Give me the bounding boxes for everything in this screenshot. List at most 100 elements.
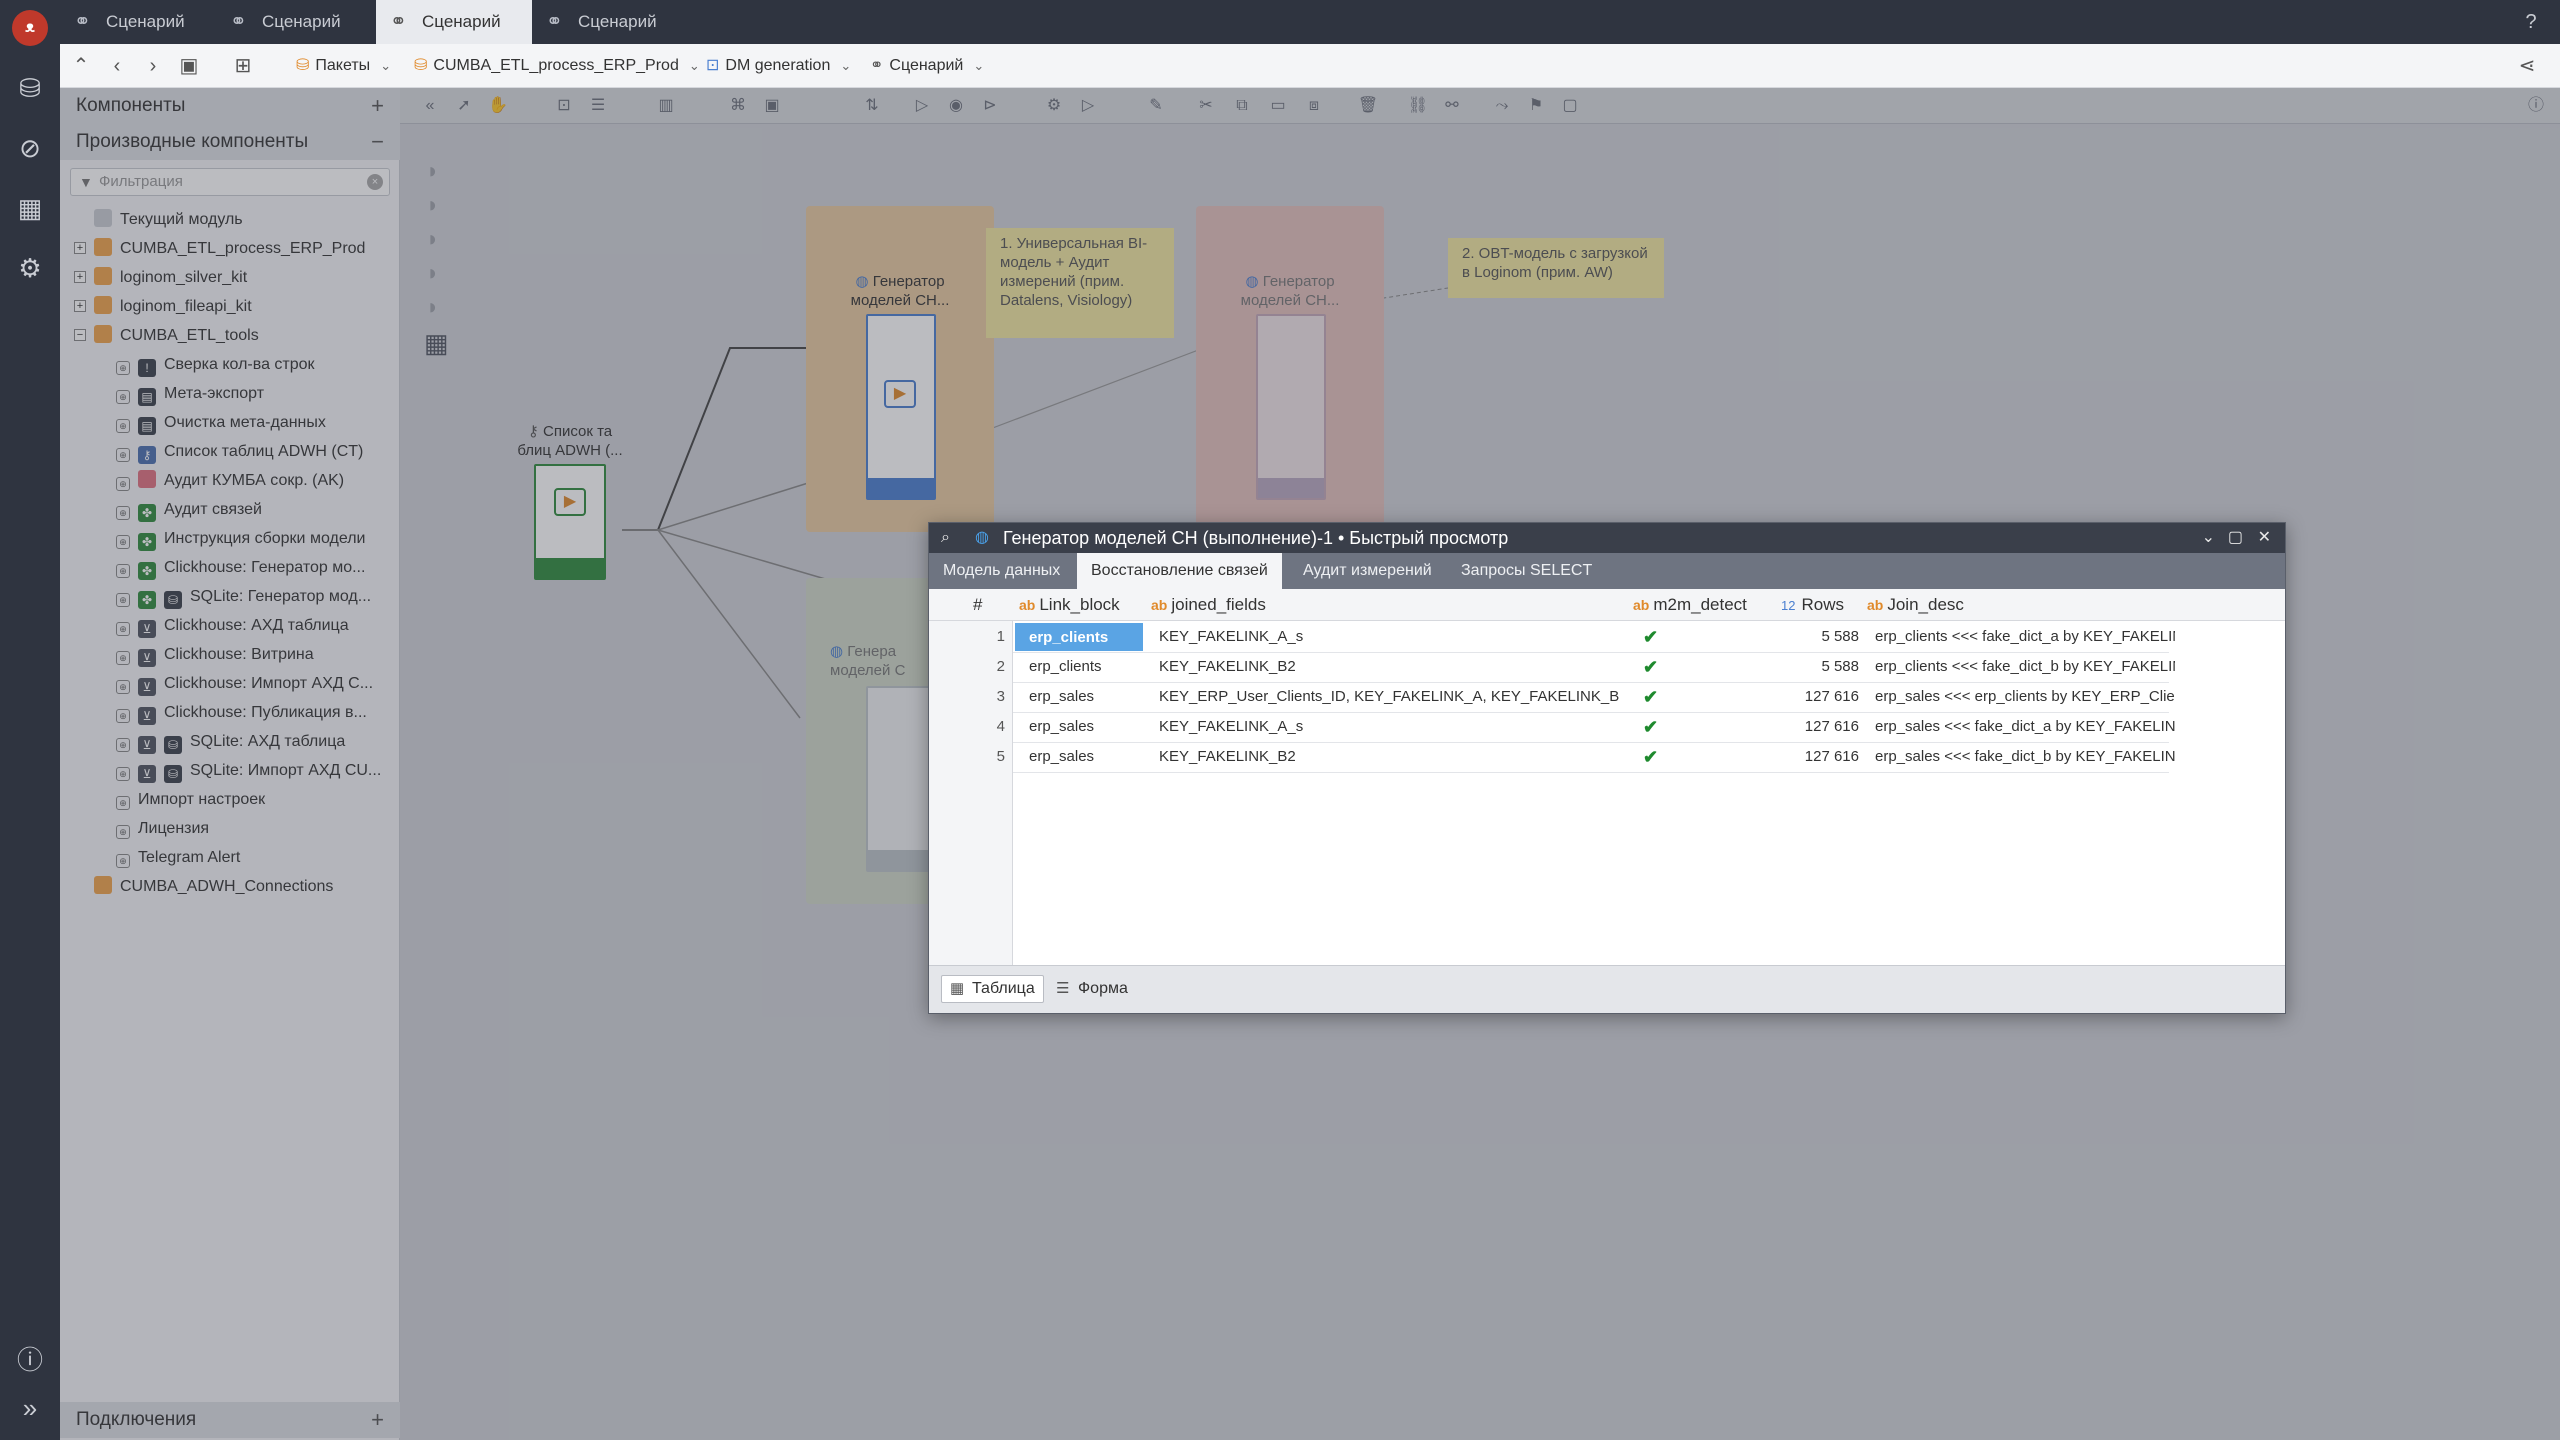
tab-scenario-1[interactable]: ⚭ Сценарий (60, 0, 216, 44)
column-title: joined_fields (1171, 595, 1266, 614)
results-grid[interactable]: # ab Link_block ab joined_fields ab m2m_det… (929, 589, 2285, 965)
chevron-down-icon[interactable]: ⌄ (973, 58, 984, 73)
form-view-button[interactable]: ☰ Форма (1047, 975, 1137, 1003)
table-icon: ▦ (950, 980, 965, 997)
info-icon[interactable]: ⓘ (14, 1344, 46, 1376)
grid-table-icon[interactable]: ▦ (14, 192, 46, 224)
module-icon: ⊡ (706, 57, 720, 74)
app-rail: ᴥ ⛁ ⊘ ▦ ⚙ ⓘ » (0, 0, 60, 1440)
expand-rail-icon[interactable]: » (14, 1392, 46, 1424)
column-title: Rows (1801, 595, 1844, 614)
row-divider (1013, 772, 2169, 773)
modal-titlebar[interactable]: ⌕ ◍ Генератор моделей CH (выполнение)-1 … (929, 523, 2285, 553)
up-button[interactable]: ⌃ (66, 51, 96, 81)
scenario-icon: ⚭ (390, 11, 407, 33)
number-type-icon: 12 (1781, 598, 1796, 613)
button-label: Таблица (972, 980, 1035, 997)
table-cell[interactable]: erp_clients (1029, 652, 1143, 682)
chevron-down-icon[interactable]: ⌄ (689, 58, 700, 73)
form-icon: ☰ (1056, 980, 1070, 997)
breadcrumb-label: Сценарий (889, 57, 964, 74)
quick-view-icon: ⌕ (941, 529, 950, 546)
quick-view-modal: ⌕ ◍ Генератор моделей CH (выполнение)-1 … (928, 522, 2286, 1014)
column-header-number[interactable]: # (973, 589, 1013, 621)
table-cell[interactable]: erp_sales <<< fake_dict_b by KEY_FAKELIN… (1875, 742, 2175, 772)
chevron-down-icon[interactable]: ⌄ (380, 58, 391, 73)
column-header-join-desc[interactable]: ab Join_desc (1867, 589, 2167, 621)
tab-label: Аудит измерений (1303, 562, 1432, 579)
tab-scenario-2[interactable]: ⚭ Сценарий (216, 0, 372, 44)
close-icon[interactable]: ✕ (2258, 523, 2271, 553)
save-button[interactable]: ▣ (174, 51, 204, 81)
tab-label: Модель данных (943, 562, 1061, 579)
breadcrumb-module[interactable]: ⊡ DM generation ⌄ (706, 44, 851, 88)
chevron-down-icon[interactable]: ⌄ (840, 58, 851, 73)
column-title: # (973, 595, 983, 614)
string-type-icon: ab (1867, 597, 1884, 613)
compass-icon[interactable]: ⊘ (14, 132, 46, 164)
user-settings-icon[interactable]: ⚙ (14, 252, 46, 284)
maximize-icon[interactable]: ▢ (2228, 523, 2243, 553)
breadcrumb-packages[interactable]: ⛁ Пакеты ⌄ (296, 44, 391, 88)
table-cell[interactable]: 5 588 (1781, 622, 1859, 652)
string-type-icon: ab (1151, 597, 1168, 613)
breadcrumb-package[interactable]: ⛁ CUMBA_ETL_process_ERP_Prod ⌄ (414, 44, 700, 88)
table-cell[interactable]: erp_sales (1029, 742, 1143, 772)
help-icon[interactable]: ? (2516, 0, 2546, 44)
table-cell[interactable]: erp_sales <<< fake_dict_a by KEY_FAKELIN… (1875, 712, 2175, 742)
row-number: 1 (996, 628, 1005, 645)
breadcrumb-label: DM generation (725, 57, 831, 74)
forward-button[interactable]: › (138, 51, 168, 81)
share-icon[interactable]: ⋖ (2512, 51, 2542, 81)
column-header-rows[interactable]: 12 Rows (1781, 589, 1861, 621)
table-cell[interactable]: KEY_ERP_User_Clients_ID, KEY_FAKELINK_A,… (1159, 682, 1629, 712)
row-number: 5 (996, 748, 1005, 765)
app-logo: ᴥ (12, 10, 48, 46)
tab-dimension-audit[interactable]: Аудит измерений (1289, 553, 1446, 589)
breadcrumb-scenario[interactable]: ⚭ Сценарий ⌄ (870, 44, 984, 88)
nav-bar: ⌃ ‹ › ▣ ⊞ ⛁ Пакеты ⌄ ⛁ CUMBA_ETL_process_ER… (60, 44, 2560, 88)
check-icon: ✔ (1643, 687, 1659, 707)
tab-label: Сценарий (422, 12, 501, 31)
tab-label: Восстановление связей (1091, 562, 1268, 579)
hierarchy-button[interactable]: ⊞ (228, 51, 258, 81)
table-cell[interactable]: erp_clients <<< fake_dict_a by KEY_FAKEL… (1875, 622, 2175, 652)
table-cell[interactable]: erp_sales <<< erp_clients by KEY_ERP_Cli… (1875, 682, 2175, 712)
packages-icon[interactable]: ⛁ (14, 72, 46, 104)
globe-icon: ◍ (975, 529, 989, 546)
tab-bar: ⚭ Сценарий ⚭ Сценарий ⚭ Сценарий ⚭ Сцена… (60, 0, 2560, 44)
table-cell[interactable]: 127 616 (1781, 742, 1859, 772)
string-type-icon: ab (1019, 597, 1036, 613)
tab-data-model[interactable]: Модель данных (929, 553, 1074, 589)
table-cell[interactable]: 5 588 (1781, 652, 1859, 682)
table-cell[interactable]: erp_clients <<< fake_dict_b by KEY_FAKEL… (1875, 652, 2175, 682)
tab-scenario-4[interactable]: ⚭ Сценарий (532, 0, 688, 44)
tab-link-recovery[interactable]: Восстановление связей (1077, 553, 1282, 589)
tab-label: Сценарий (106, 12, 185, 31)
tab-select-queries[interactable]: Запросы SELECT (1447, 553, 1606, 589)
tab-label: Сценарий (262, 12, 341, 31)
table-cell[interactable]: KEY_FAKELINK_B2 (1159, 742, 1629, 772)
column-header-link-block[interactable]: ab Link_block (1019, 589, 1145, 621)
breadcrumb-label: Пакеты (315, 57, 371, 74)
check-icon: ✔ (1643, 747, 1659, 767)
scenario-icon: ⚭ (546, 11, 563, 33)
table-cell[interactable]: erp_sales (1029, 682, 1143, 712)
minimize-icon[interactable]: ⌄ (2202, 523, 2215, 553)
back-button[interactable]: ‹ (102, 51, 132, 81)
table-cell[interactable]: erp_sales (1029, 712, 1143, 742)
button-label: Форма (1078, 980, 1128, 997)
table-view-button[interactable]: ▦ Таблица (941, 975, 1044, 1003)
table-cell-selected[interactable]: erp_clients (1015, 623, 1143, 651)
tab-scenario-3[interactable]: ⚭ Сценарий (376, 0, 532, 44)
table-cell[interactable]: KEY_FAKELINK_A_s (1159, 622, 1629, 652)
check-icon: ✔ (1643, 717, 1659, 737)
table-cell[interactable]: KEY_FAKELINK_A_s (1159, 712, 1629, 742)
column-header-m2m-detect[interactable]: ab m2m_detect (1633, 589, 1775, 621)
table-cell[interactable]: KEY_FAKELINK_B2 (1159, 652, 1629, 682)
table-cell[interactable]: 127 616 (1781, 712, 1859, 742)
column-title: m2m_detect (1653, 595, 1747, 614)
column-title: Link_block (1039, 595, 1120, 614)
table-cell[interactable]: 127 616 (1781, 682, 1859, 712)
column-header-joined-fields[interactable]: ab joined_fields (1151, 589, 1631, 621)
